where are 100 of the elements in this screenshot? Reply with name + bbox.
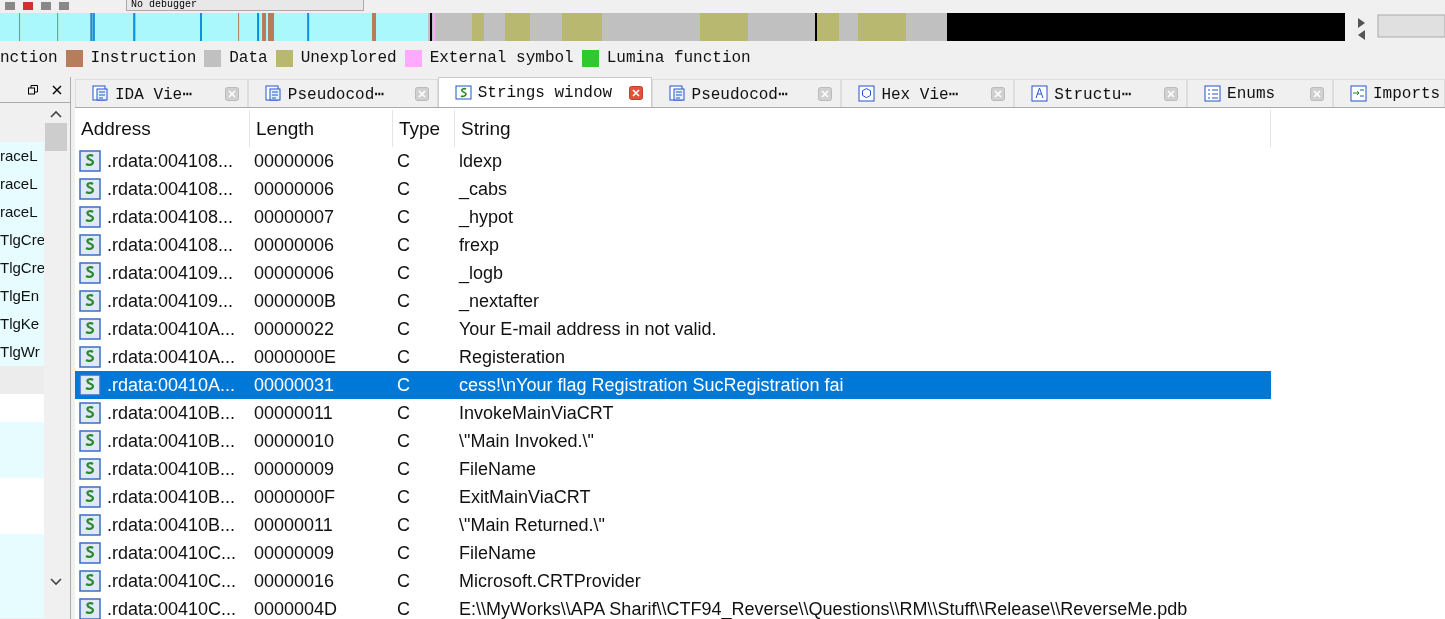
scroll-up-icon[interactable] xyxy=(49,109,63,119)
table-cell-text: C xyxy=(396,429,411,453)
empty-list-row[interactable] xyxy=(0,422,44,450)
table-row[interactable]: .rdata:00410B... 00000011 C \"Main Returned.\" xyxy=(75,511,1271,539)
string-icon xyxy=(79,206,101,228)
table-row[interactable]: .rdata:00410A... 00000022 C Your E-mail address in not valid. xyxy=(75,315,1271,343)
string-icon xyxy=(79,234,101,256)
address-text: .rdata:00410A... xyxy=(107,346,236,368)
table-cell-text: FileName xyxy=(458,541,538,565)
table-cell-text: C xyxy=(396,513,411,537)
table-row[interactable]: .rdata:00410B... 00000010 C \"Main Invoked.\" xyxy=(75,427,1271,455)
tab[interactable]: IDA Vie⋯ xyxy=(75,79,248,107)
table-row[interactable]: .rdata:004108... 00000006 C frexp xyxy=(75,231,1271,259)
table-cell-text: \"Main Invoked.\" xyxy=(458,429,595,453)
address-text: .rdata:004108... xyxy=(107,206,234,228)
tab[interactable]: Strings window xyxy=(437,77,652,107)
tab[interactable]: Structu⋯ xyxy=(1014,79,1188,107)
address-text: .rdata:004109... xyxy=(107,290,234,312)
string-icon xyxy=(79,346,101,368)
toolbar-icon[interactable] xyxy=(40,2,52,11)
table-cell-text: 00000022 xyxy=(253,317,336,341)
string-icon xyxy=(454,84,472,101)
table-cell-text: C xyxy=(396,485,411,509)
empty-list-row[interactable] xyxy=(0,534,44,562)
address-text: .rdata:00410B... xyxy=(107,458,236,480)
table-row[interactable]: .rdata:004108... 00000006 C _cabs xyxy=(75,175,1271,203)
table-row[interactable]: .rdata:00410A... 00000031 C cess!\nYour flag Registration SucRegistration fai xyxy=(75,371,1271,399)
table-cell-text: 00000011 xyxy=(253,401,334,425)
address-text: .rdata:00410C... xyxy=(107,542,237,564)
table-cell-text: InvokeMainViaCRT xyxy=(458,401,615,425)
restore-icon[interactable] xyxy=(28,84,38,95)
toolbar-icon[interactable] xyxy=(58,2,70,11)
scrollbar-thumb[interactable] xyxy=(45,123,67,151)
table-row[interactable]: .rdata:004108... 00000006 C ldexp xyxy=(75,147,1271,175)
table-cell-text: 00000016 xyxy=(253,569,336,593)
scroll-down-icon[interactable] xyxy=(49,577,63,587)
table-cell-text: C xyxy=(396,233,411,257)
string-icon xyxy=(79,570,101,592)
table-cell-text: cess!\nYour flag Registration SucRegistration fai xyxy=(458,373,845,397)
table-row[interactable]: .rdata:00410C... 00000016 C Microsoft.CRTProvider xyxy=(75,567,1271,595)
table-cell-text: 0000004D xyxy=(253,597,339,619)
table-cell-text: frexp xyxy=(458,233,501,257)
table-cell-text: ExitMainViaCRT xyxy=(458,485,592,509)
toolbar-icon[interactable] xyxy=(4,2,16,11)
empty-list-row[interactable] xyxy=(0,394,44,422)
address-text: .rdata:00410A... xyxy=(107,374,236,396)
table-cell-text: C xyxy=(396,597,411,619)
table-row[interactable]: .rdata:004109... 00000006 C _logb xyxy=(75,259,1271,287)
table-cell-text: C xyxy=(396,177,411,201)
string-icon xyxy=(79,150,101,172)
table-row[interactable]: .rdata:00410A... 0000000E C Registeration xyxy=(75,343,1271,371)
navigation-band-drawing[interactable] xyxy=(0,13,1445,41)
column-header[interactable]: Length xyxy=(250,110,393,147)
empty-list-row[interactable] xyxy=(0,366,44,394)
function-name[interactable]: TlgCre xyxy=(0,254,44,282)
table-cell-text: C xyxy=(396,149,411,173)
document-icon xyxy=(668,85,686,102)
table-row[interactable]: .rdata:00410C... 0000004D C E:\\MyWorks\\APA Sharif\\CTF94_Reverse\\Questions\\RM\\Stuff\\Release\\ReverseMe.pdb xyxy=(75,595,1271,619)
function-name[interactable]: TlgCre xyxy=(0,226,44,254)
tab[interactable]: Pseudocod⋯ xyxy=(651,79,842,107)
tab[interactable]: Imports xyxy=(1333,79,1445,107)
tab[interactable]: Pseudocod⋯ xyxy=(247,79,438,107)
address-text: .rdata:004109... xyxy=(107,262,234,284)
table-cell-text: E:\\MyWorks\\APA Sharif\\CTF94_Reverse\\Questions\\RM\\Stuff\\Release\\ReverseMe.pdb xyxy=(458,597,1189,619)
string-icon xyxy=(79,290,101,312)
address-text: .rdata:00410B... xyxy=(107,486,236,508)
table-row[interactable]: .rdata:00410B... 00000009 C FileName xyxy=(75,455,1271,483)
table-cell-text: _cabs xyxy=(457,177,509,202)
column-header[interactable]: Type xyxy=(393,110,455,147)
table-cell-text: 00000007 xyxy=(253,205,336,229)
toolbar-icon[interactable] xyxy=(22,2,34,11)
column-header[interactable]: String xyxy=(455,110,1271,147)
empty-list-row[interactable] xyxy=(0,478,44,506)
table-cell-text: 00000006 xyxy=(253,233,336,257)
table-row[interactable]: .rdata:00410B... 00000011 C InvokeMainViaCRT xyxy=(75,399,1271,427)
table-row[interactable]: .rdata:00410B... 0000000F C ExitMainViaCRT xyxy=(75,483,1271,511)
address-text: .rdata:00410B... xyxy=(107,430,236,452)
structure-icon xyxy=(1031,85,1049,102)
empty-list-row[interactable] xyxy=(0,450,44,478)
string-icon xyxy=(79,430,101,452)
table-cell-text: Microsoft.CRTProvider xyxy=(458,569,642,593)
tab[interactable]: Enums xyxy=(1187,79,1333,107)
column-header[interactable]: Address xyxy=(75,110,250,147)
table-row[interactable]: .rdata:004109... 0000000B C _nextafter xyxy=(75,287,1271,315)
legend-label: Lumina function xyxy=(606,49,751,67)
close-icon[interactable] xyxy=(52,84,62,95)
address-text: .rdata:00410C... xyxy=(107,598,237,619)
empty-list-row[interactable] xyxy=(0,506,44,534)
debugger-select[interactable]: No debugger xyxy=(126,0,364,11)
table-row[interactable]: .rdata:004108... 00000007 C _hypot xyxy=(75,203,1271,231)
table-cell-text: C xyxy=(396,401,411,425)
table-cell-text: 0000000E xyxy=(253,345,338,369)
table-row[interactable]: .rdata:00410C... 00000009 C FileName xyxy=(75,539,1271,567)
table-cell-text: 0000000F xyxy=(253,485,337,509)
document-icon xyxy=(264,85,282,102)
address-text: .rdata:00410C... xyxy=(107,570,237,592)
string-icon xyxy=(79,514,101,536)
table-cell-text: Your E-mail address in not valid. xyxy=(458,317,718,341)
tab[interactable]: Hex Vie⋯ xyxy=(841,79,1015,107)
table-cell-text: \"Main Returned.\" xyxy=(458,513,606,537)
